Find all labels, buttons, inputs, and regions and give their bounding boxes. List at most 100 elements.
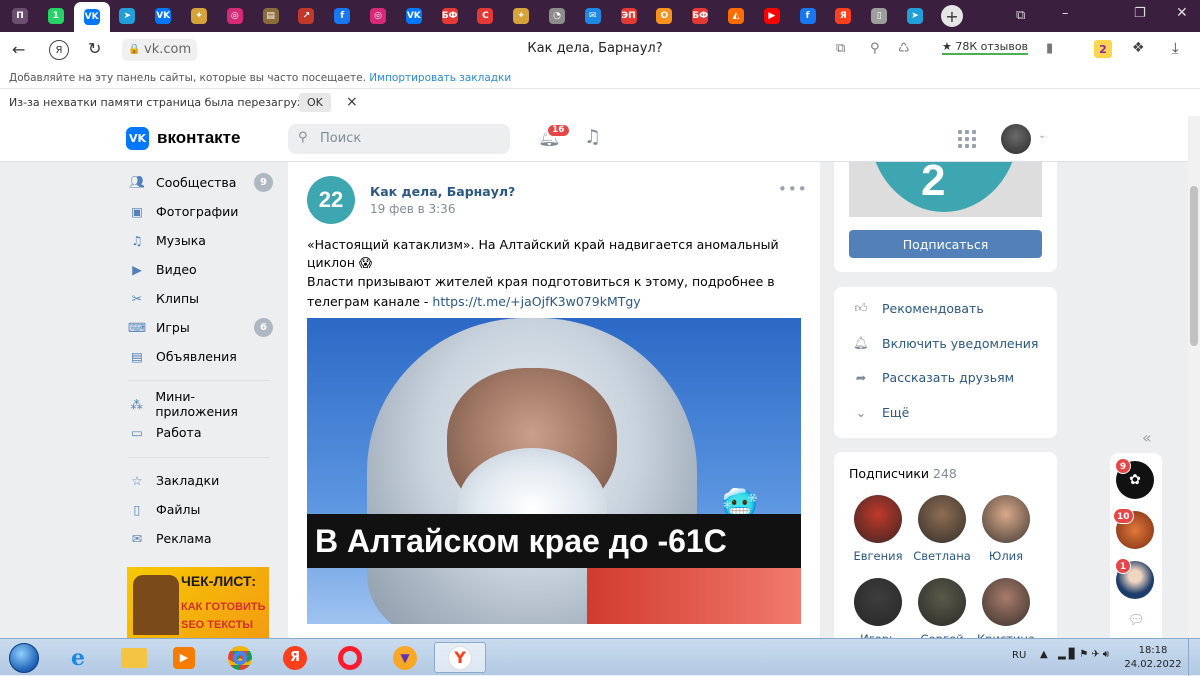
scrollbar-thumb[interactable]	[1190, 186, 1198, 346]
browser-tab[interactable]: О	[652, 4, 676, 28]
browser-tab[interactable]: VK	[73, 2, 110, 32]
browser-tab[interactable]: ◔	[545, 4, 569, 28]
copy-icon[interactable]: ⧉	[836, 41, 845, 56]
music-player-icon[interactable]: ♫	[584, 126, 601, 148]
profile-chevron-icon[interactable]: ⌄	[1038, 130, 1046, 141]
info-ok-button[interactable]: OK	[299, 93, 331, 112]
group-action-item[interactable]: ⌄ Ещё	[850, 405, 910, 420]
tabs-menu-icon[interactable]: ⧉	[1016, 8, 1025, 23]
subscriber-item[interactable]: Игорь	[848, 578, 908, 638]
nav-item[interactable]: ▶ Видео	[128, 255, 273, 283]
media-player-icon[interactable]: ▶	[164, 642, 204, 673]
tray-icons[interactable]: ▂▊⚑✈🔊︎	[1058, 649, 1112, 660]
close-window-icon[interactable]: ✕	[1176, 5, 1188, 21]
browser-tab[interactable]: П	[8, 4, 32, 28]
explorer-icon[interactable]	[114, 642, 154, 673]
nav-item[interactable]: ▯ Файлы	[128, 495, 273, 523]
browser-tab[interactable]: ◎	[223, 4, 247, 28]
new-tab-button[interactable]: +	[941, 5, 963, 27]
browser-tab[interactable]: ✦	[509, 4, 533, 28]
subscribers-title[interactable]: Подписчики 248	[849, 466, 957, 481]
chat-icon[interactable]: 💬︎	[1128, 613, 1145, 628]
nav-item[interactable]: ⌨ Игры 6	[128, 313, 273, 341]
browser-tab[interactable]: ➤	[115, 4, 139, 28]
language-indicator[interactable]: RU	[1012, 650, 1026, 661]
nav-item[interactable]: ✉ Реклама	[128, 524, 273, 552]
group-avatar[interactable]: 22	[307, 176, 355, 224]
user-avatar[interactable]	[1001, 124, 1031, 154]
browser-tab[interactable]: ◎	[366, 4, 390, 28]
start-button[interactable]	[4, 642, 44, 673]
reload-icon[interactable]: ↻	[88, 39, 101, 58]
subscriber-item[interactable]: Светлана	[912, 495, 972, 565]
browser-tab[interactable]: 1	[44, 4, 68, 28]
yandex-icon[interactable]: Я	[49, 40, 69, 60]
search-input[interactable]: ⚲ Поиск	[288, 124, 510, 154]
browser-tab[interactable]: БФ	[438, 4, 462, 28]
nav-item[interactable]: ☆ Закладки	[128, 466, 273, 494]
browser-tab[interactable]: Я	[831, 4, 855, 28]
minimize-icon[interactable]: –	[1062, 6, 1069, 21]
browser-tab[interactable]: ✦	[187, 4, 211, 28]
collections-icon[interactable]: ❖	[1132, 40, 1145, 56]
group-action-item[interactable]: ➦ Рассказать друзьям	[850, 370, 1014, 385]
browser-tab[interactable]: ЭП	[617, 4, 641, 28]
post-date[interactable]: 19 фев в 3:36	[370, 202, 455, 216]
page-scrollbar[interactable]	[1188, 116, 1200, 638]
info-close-icon[interactable]: ×	[346, 89, 358, 116]
browser-tab[interactable]: С	[473, 4, 497, 28]
group-action-item[interactable]: 👍︎ Рекомендовать	[850, 300, 983, 316]
subscriber-item[interactable]: Евгения	[848, 495, 908, 565]
nav-item[interactable]: ♫ Музыка	[128, 226, 273, 254]
services-grid-icon[interactable]	[958, 130, 976, 148]
browser-tab[interactable]: ↗	[294, 4, 318, 28]
browser-tab[interactable]: ➤	[903, 4, 927, 28]
show-desktop-button[interactable]	[1188, 639, 1200, 676]
vk-logo-icon[interactable]: VK	[126, 127, 149, 150]
download-icon[interactable]: ⤓	[1172, 39, 1179, 57]
protect-icon[interactable]: ♺	[898, 41, 910, 56]
subscriber-item[interactable]: Сергей	[912, 578, 972, 638]
subscriber-item[interactable]: Юлия	[976, 495, 1036, 565]
nav-item[interactable]: ▤ Объявления	[128, 342, 273, 370]
nav-item[interactable]: ▭ Работа	[128, 418, 273, 446]
browser-tab[interactable]: ✉	[581, 4, 605, 28]
clock-time[interactable]: 18:18	[1130, 645, 1176, 656]
collapse-chats-icon[interactable]: «	[1142, 428, 1152, 447]
ie-icon[interactable]: e	[58, 642, 98, 673]
browser-tab[interactable]: ▤	[259, 4, 283, 28]
browser-tab[interactable]: БФ	[688, 4, 712, 28]
browser-tab[interactable]: f	[330, 4, 354, 28]
browser-tab[interactable]: ▶	[760, 4, 784, 28]
vk-logo-text[interactable]: вконтакте	[157, 128, 240, 148]
post-more-icon[interactable]: •••	[778, 180, 808, 198]
clock-date[interactable]: 24.02.2022	[1124, 659, 1182, 670]
url-field[interactable]: 🔒 vk.com	[122, 39, 198, 61]
zoom-icon[interactable]: ⚲	[870, 41, 880, 56]
restore-icon[interactable]: ❐	[1134, 6, 1146, 21]
post-image[interactable]: 🥶 В Алтайском крае до -61С	[307, 318, 801, 624]
import-bookmarks-link[interactable]: Импортировать закладки	[369, 72, 511, 84]
yandex-taskbar-icon[interactable]: Я	[275, 642, 315, 673]
browser-tab[interactable]: VK	[151, 4, 175, 28]
nav-item[interactable]: 👥︎ Сообщества 9	[128, 168, 273, 196]
ad-banner[interactable]: ЧЕК-ЛИСТ: КАК ГОТОВИТЬ SEO ТЕКСТЫ	[127, 567, 269, 638]
nav-item[interactable]: ✂ Клипы	[128, 284, 273, 312]
tray-expand-icon[interactable]: ▲	[1040, 649, 1048, 660]
extension-icon[interactable]: 2	[1094, 40, 1112, 58]
back-icon[interactable]: ←	[12, 40, 25, 59]
browser-tab[interactable]: f	[796, 4, 820, 28]
group-action-item[interactable]: 🔔︎ Включить уведомления	[850, 335, 1038, 351]
subscriber-item[interactable]: Кристина	[976, 578, 1036, 638]
browser-tab[interactable]: ◭	[724, 4, 748, 28]
browser-tab[interactable]: ▯	[867, 4, 891, 28]
chrome-icon[interactable]	[220, 642, 260, 673]
telegram-link[interactable]: https://t.me/+jaOjfK3w079kMTgy	[432, 294, 640, 309]
nav-item[interactable]: ⁂ Мини-приложения	[128, 389, 273, 419]
subscribe-button[interactable]: Подписаться	[849, 230, 1042, 258]
reviews-badge[interactable]: ★ 78К отзывов	[942, 40, 1029, 55]
group-name[interactable]: Как дела, Барнаул?	[370, 184, 515, 199]
opera-icon[interactable]	[330, 642, 370, 673]
vpn-icon[interactable]: ▼	[385, 642, 425, 673]
nav-item[interactable]: ▣ Фотографии	[128, 197, 273, 225]
